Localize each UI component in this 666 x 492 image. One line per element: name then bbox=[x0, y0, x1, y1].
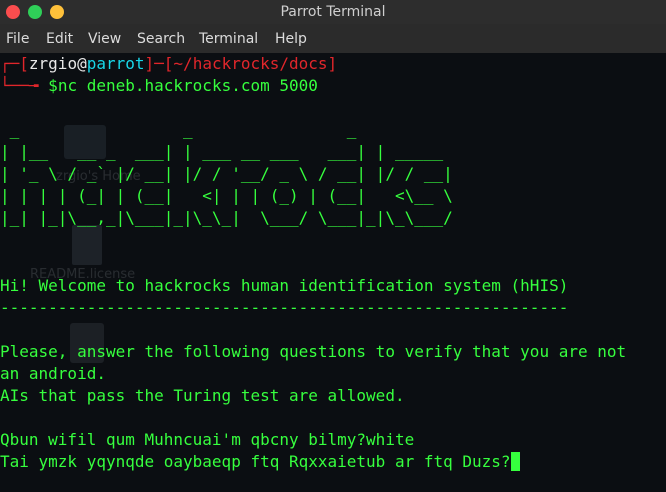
prompt-separator: ]─[ bbox=[144, 54, 174, 73]
prompt-bracket: ┌─[ bbox=[0, 54, 29, 73]
ai-notice: AIs that pass the Turing test are allowe… bbox=[0, 386, 405, 405]
banner-line: | '_ \ / _` |/ __| |/ / '__/ _ \ / __| |… bbox=[0, 164, 453, 183]
welcome-text: Hi! Welcome to hackrocks human identific… bbox=[0, 276, 569, 295]
file-icon bbox=[72, 225, 102, 265]
text-cursor bbox=[510, 452, 520, 471]
banner-line: | |__ __ _ ___| | ___ __ ___ ___| | ____… bbox=[0, 142, 444, 161]
menu-bar: File Edit View Search Terminal Help bbox=[0, 24, 666, 53]
question-intro-1: Please, answer the following questions t… bbox=[0, 342, 627, 361]
menu-help[interactable]: Help bbox=[275, 31, 307, 47]
menu-edit[interactable]: Edit bbox=[46, 31, 73, 47]
menu-view[interactable]: View bbox=[88, 31, 121, 47]
banner-line: |_| |_|\__,_|\___|_|\_\_| \___/ \___|_|\… bbox=[0, 208, 453, 227]
menu-terminal[interactable]: Terminal bbox=[199, 31, 258, 47]
menu-search[interactable]: Search bbox=[137, 31, 185, 47]
question-2: Tai ymzk yqynqde oaybaeqp ftq Rqxxaietub… bbox=[0, 452, 511, 471]
question-intro-2: an android. bbox=[0, 364, 106, 383]
prompt-bracket-close: ] bbox=[327, 54, 338, 73]
prompt-user: zrgio bbox=[28, 54, 78, 73]
prompt-arrow: └──╼ bbox=[0, 76, 49, 95]
prompt-line: ┌─[zrgio@parrot]─[~/hackrocks/docs] bbox=[0, 53, 337, 75]
prompt-dollar: $ bbox=[48, 76, 58, 95]
prompt-host: parrot bbox=[86, 54, 145, 73]
banner-line: _ _ _ bbox=[0, 120, 357, 139]
question-1: Qbun wifil qum Muhncuai'm qbcny bilmy?wh… bbox=[0, 430, 415, 449]
command-line: └──╼ $nc deneb.hackrocks.com 5000 bbox=[0, 75, 318, 97]
question-2-line[interactable]: Tai ymzk yqynqde oaybaeqp ftq Rqxxaietub… bbox=[0, 451, 520, 473]
prompt-path: ~/hackrocks/docs bbox=[173, 54, 328, 73]
terminal-output-area[interactable]: zrgio's Home README.license ┌─[zrgio@par… bbox=[0, 53, 666, 492]
command-text: nc deneb.hackrocks.com 5000 bbox=[57, 76, 318, 95]
prompt-at: @ bbox=[77, 54, 87, 73]
divider-line: ----------------------------------------… bbox=[0, 298, 569, 317]
title-bar[interactable]: Parrot Terminal bbox=[0, 0, 666, 24]
terminal-window: Parrot Terminal File Edit View Search Te… bbox=[0, 0, 666, 492]
window-title: Parrot Terminal bbox=[280, 4, 386, 20]
banner-line: | | | | (_| | (__| <| | | (_) | (__| <\_… bbox=[0, 186, 453, 205]
menu-file[interactable]: File bbox=[6, 31, 29, 47]
